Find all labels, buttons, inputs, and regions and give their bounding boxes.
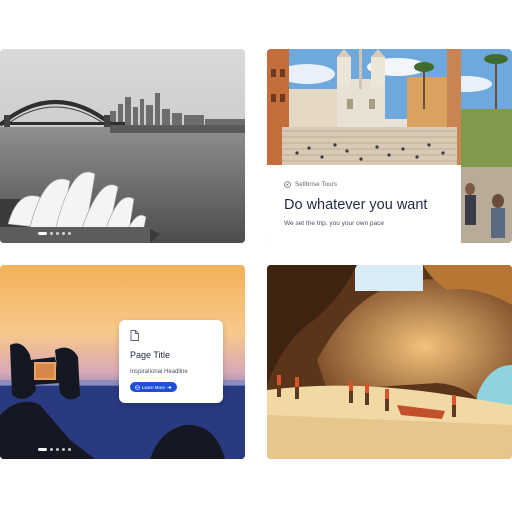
rome-tour-card[interactable]: Sellbrise Tours Do whatever you want We … [267,49,512,243]
carousel-dot[interactable] [62,448,65,451]
learn-more-button[interactable]: Learn More [130,382,178,392]
carousel-dot[interactable] [50,232,53,235]
carousel-dot[interactable] [68,232,71,235]
compass-icon [284,181,291,188]
carousel-indicator[interactable] [38,232,71,235]
inspirational-headline: Inspirational Headline [130,369,188,375]
document-icon [130,330,139,341]
tour-headline: Do whatever you want [284,197,428,213]
carousel-dot[interactable] [68,448,71,451]
carousel-dot[interactable] [62,232,65,235]
sunset-photo-card[interactable]: Page Title Inspirational Headline Learn … [0,265,245,459]
globe-icon [135,384,140,390]
carousel-dot[interactable] [56,232,59,235]
arrow-right-icon [167,385,172,389]
brand-name: Sellbrise Tours [295,181,338,188]
brand-row: Sellbrise Tours [284,181,337,188]
sydney-image-card[interactable] [0,49,245,243]
carousel-dot[interactable] [50,448,53,451]
carousel-dot[interactable] [56,448,59,451]
learn-more-label: Learn More [142,384,166,390]
tour-subtitle: We set the trip, you your own pace [284,220,384,227]
carousel-dot[interactable] [38,232,47,235]
carousel-indicator[interactable] [38,448,71,451]
tour-info-panel: Sellbrise Tours Do whatever you want We … [267,165,461,243]
page-preview-popup[interactable]: Page Title Inspirational Headline Learn … [119,320,223,403]
carousel-dot[interactable] [38,448,47,451]
page-title: Page Title [130,350,171,360]
sea-cave-beach-photo [267,265,512,459]
cave-beach-card[interactable] [267,265,512,459]
sydney-harbour-photo [0,49,245,243]
